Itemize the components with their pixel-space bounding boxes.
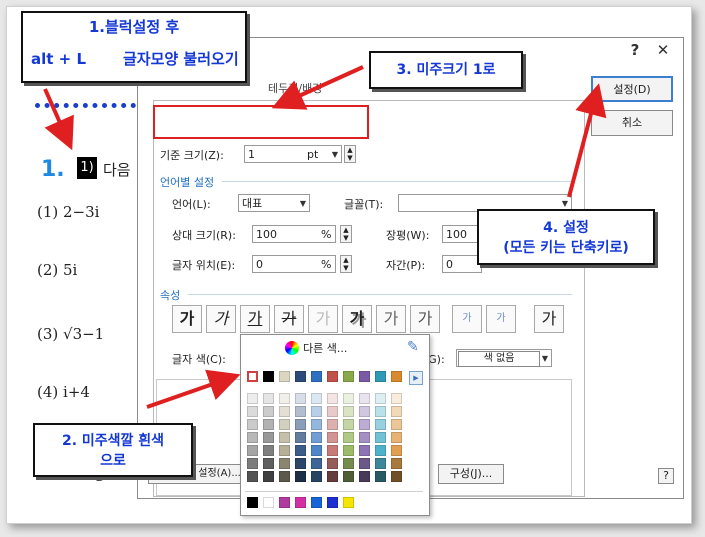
arrow-1 [43, 88, 74, 151]
arrow-2 [146, 369, 241, 409]
arrow-3 [271, 65, 364, 110]
annotation-arrows [43, 65, 607, 409]
screenshot-frame: 1. 1) 다음 (1) 2−3i (2) 5i (3) √3−1 (4) i+… [6, 6, 692, 524]
arrow-4 [567, 83, 607, 198]
